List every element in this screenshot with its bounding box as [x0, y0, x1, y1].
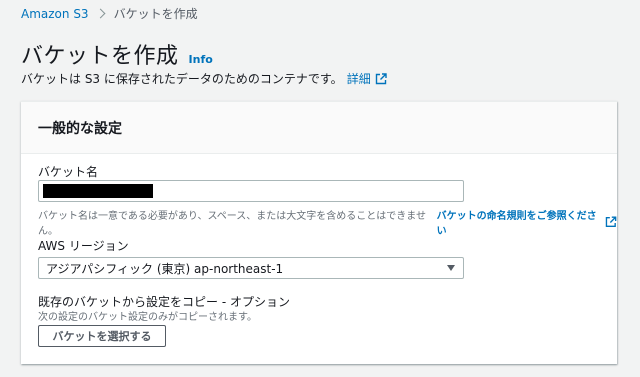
details-link[interactable]: 詳細 — [347, 70, 387, 87]
page-description: バケットは S3 に保存されたデータのためのコンテナです。 詳細 — [21, 70, 387, 87]
page-header: バケットを作成 Info — [21, 38, 213, 70]
choose-bucket-button[interactable]: バケットを選択する — [38, 325, 166, 347]
info-link[interactable]: Info — [189, 53, 213, 66]
chevron-right-icon — [95, 8, 106, 19]
breadcrumb-current: バケットを作成 — [113, 7, 198, 21]
external-link-icon — [375, 72, 387, 84]
region-label: AWS リージョン — [38, 239, 129, 253]
region-select[interactable]: アジアパシフィック (東京) ap-northeast-1 — [38, 257, 464, 279]
panel-header: 一般的な設定 — [21, 102, 617, 154]
external-link-icon — [606, 216, 617, 228]
details-link-label: 詳細 — [346, 72, 371, 86]
breadcrumb-amazon-s3[interactable]: Amazon S3 — [21, 7, 89, 21]
general-settings-panel: 一般的な設定 バケット名 バケット名は一意である必要があり、スペース、または大文… — [21, 101, 617, 364]
copy-settings-hint: 次の設定のバケット設定のみがコピーされます。 — [38, 312, 257, 323]
caret-down-icon — [447, 265, 455, 271]
bucket-name-hint-text: バケット名は一意である必要があり、スペース、または大文字を含めることはできません… — [38, 211, 426, 237]
breadcrumb: Amazon S3 バケットを作成 — [21, 5, 198, 22]
naming-rules-link[interactable]: バケットの命名規則をご参照ください — [437, 207, 617, 237]
bucket-name-hint: バケット名は一意である必要があり、スペース、または大文字を含めることはできません… — [38, 207, 617, 237]
naming-rules-link-label: バケットの命名規則をご参照ください — [436, 211, 597, 237]
redacted-bucket-name — [43, 184, 153, 198]
panel-title: 一般的な設定 — [38, 121, 122, 137]
region-selected-value: アジアパシフィック (東京) ap-northeast-1 — [46, 261, 284, 276]
bucket-name-label: バケット名 — [38, 165, 99, 179]
description-text: バケットは S3 に保存されたデータのためのコンテナです。 — [21, 72, 343, 86]
page-title: バケットを作成 — [21, 44, 179, 69]
